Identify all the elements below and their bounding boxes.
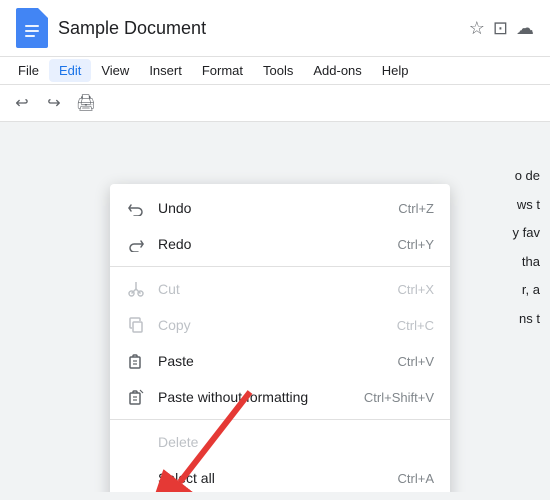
menu-help[interactable]: Help (372, 59, 419, 82)
paste-shortcut: Ctrl+V (398, 354, 434, 369)
menu-item-redo[interactable]: Redo Ctrl+Y (110, 226, 450, 262)
redo-menu-icon (126, 234, 146, 254)
redo-label: Redo (158, 236, 358, 252)
menu-tools[interactable]: Tools (253, 59, 303, 82)
toolbar: ↩ ↪ 🖨 (0, 85, 550, 122)
print-icon: 🖨 (76, 93, 96, 113)
doc-content-right: o de ws t y fav tha r, a ns t (513, 162, 540, 334)
app-icon (16, 8, 48, 48)
paste-no-format-label: Paste without formatting (158, 389, 324, 405)
document-title: Sample Document (58, 18, 469, 39)
edit-dropdown-menu: Undo Ctrl+Z Redo Ctrl+Y (110, 184, 450, 492)
undo-shortcut: Ctrl+Z (398, 201, 434, 216)
menu-view[interactable]: View (91, 59, 139, 82)
paste-icon (126, 351, 146, 371)
menu-format[interactable]: Format (192, 59, 253, 82)
select-all-icon (126, 468, 146, 488)
select-all-label: Select all (158, 470, 358, 486)
menu-edit[interactable]: Edit (49, 59, 91, 82)
undo-label: Undo (158, 200, 358, 216)
copy-shortcut: Ctrl+C (397, 318, 434, 333)
title-bar: Sample Document ☆ ⊡ ☁ (0, 0, 550, 57)
cloud-icon[interactable]: ☁ (516, 18, 534, 39)
copy-icon (126, 315, 146, 335)
divider-1 (110, 266, 450, 267)
folder-icon[interactable]: ⊡ (493, 18, 508, 39)
menu-bar: File Edit View Insert Format Tools Add-o… (0, 57, 550, 85)
copy-label: Copy (158, 317, 357, 333)
undo-button[interactable]: ↩ (8, 89, 36, 117)
menu-item-cut[interactable]: Cut Ctrl+X (110, 271, 450, 307)
menu-item-undo[interactable]: Undo Ctrl+Z (110, 190, 450, 226)
menu-item-select-all[interactable]: Select all Ctrl+A (110, 460, 450, 492)
print-button[interactable]: 🖨 (72, 89, 100, 117)
undo-icon: ↩ (15, 93, 28, 113)
select-all-shortcut: Ctrl+A (398, 471, 434, 486)
cut-shortcut: Ctrl+X (398, 282, 434, 297)
menu-item-paste-no-format[interactable]: Paste without formatting Ctrl+Shift+V (110, 379, 450, 415)
menu-item-paste[interactable]: Paste Ctrl+V (110, 343, 450, 379)
menu-file[interactable]: File (8, 59, 49, 82)
delete-icon (126, 432, 146, 452)
menu-item-delete[interactable]: Delete (110, 424, 450, 460)
redo-shortcut: Ctrl+Y (398, 237, 434, 252)
menu-addons[interactable]: Add-ons (303, 59, 371, 82)
document-area: o de ws t y fav tha r, a ns t Undo Ctrl+… (0, 122, 550, 492)
menu-insert[interactable]: Insert (139, 59, 192, 82)
paste-no-format-shortcut: Ctrl+Shift+V (364, 390, 434, 405)
cut-icon (126, 279, 146, 299)
divider-2 (110, 419, 450, 420)
menu-item-copy[interactable]: Copy Ctrl+C (110, 307, 450, 343)
undo-menu-icon (126, 198, 146, 218)
cut-label: Cut (158, 281, 358, 297)
redo-button[interactable]: ↪ (40, 89, 68, 117)
redo-icon: ↪ (47, 93, 60, 113)
title-icons: ☆ ⊡ ☁ (469, 18, 534, 39)
star-icon[interactable]: ☆ (469, 18, 485, 39)
paste-format-icon (126, 387, 146, 407)
delete-label: Delete (158, 434, 394, 450)
paste-label: Paste (158, 353, 358, 369)
